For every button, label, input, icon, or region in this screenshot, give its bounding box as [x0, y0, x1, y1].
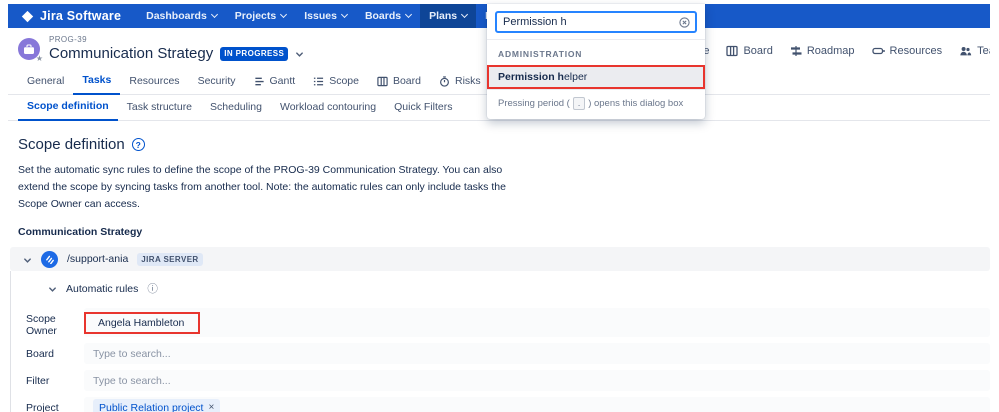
board-search-input[interactable]: Type to search...	[84, 343, 990, 365]
chevron-down-icon	[405, 10, 413, 19]
subtab-workload-contouring[interactable]: Workload contouring	[271, 96, 385, 120]
automatic-rules-label: Automatic rules	[66, 282, 139, 295]
chevron-down-icon	[340, 10, 348, 19]
filter-label: Filter	[26, 375, 50, 388]
period-keycap: .	[572, 97, 586, 110]
project-avatar: ★	[18, 38, 43, 63]
tab-board[interactable]: Board	[368, 70, 430, 94]
status-badge[interactable]: IN PROGRESS	[220, 46, 289, 61]
list-icon	[313, 76, 324, 87]
chevron-down-icon[interactable]	[48, 285, 57, 294]
jira-logo[interactable]: Jira Software	[21, 9, 121, 23]
remove-tag-icon[interactable]: ×	[208, 402, 214, 412]
project-field[interactable]: Public Relation project ×	[84, 397, 990, 412]
board-label: Board	[26, 348, 55, 361]
nav-item-projects[interactable]: Projects	[226, 4, 295, 28]
tab-tasks[interactable]: Tasks	[73, 69, 121, 95]
toolbar-board[interactable]: Board	[726, 45, 773, 57]
chevron-down-icon[interactable]	[23, 256, 32, 265]
chevron-down-icon	[280, 10, 288, 19]
quick-search-dialog: ADMINISTRATION Permission helper Pressin…	[487, 4, 705, 119]
toolbar-team[interactable]: Team	[959, 45, 990, 57]
tab-risks[interactable]: Risks	[430, 70, 490, 94]
subtab-scheduling[interactable]: Scheduling	[201, 96, 271, 120]
toolbar-roadmap[interactable]: Roadmap	[790, 45, 855, 57]
chevron-down-icon	[210, 10, 218, 19]
scope-owner-row: Scope Owner Angela Hambleton	[26, 308, 990, 338]
connection-name: /support-ania	[67, 253, 129, 266]
project-identity: ★ PROG-39 Communication Strategy IN PROG…	[18, 35, 304, 63]
toolbar-resources[interactable]: Resources	[871, 45, 942, 57]
subtab-task-structure[interactable]: Task structure	[118, 96, 201, 120]
scope-sync-panel: /support-ania JIRA SERVER Automatic rule…	[10, 247, 990, 412]
team-icon	[959, 45, 972, 57]
nav-item-issues[interactable]: Issues	[295, 4, 356, 28]
tab-security[interactable]: Security	[189, 70, 245, 94]
scope-definition-description: Set the automatic sync rules to define t…	[18, 164, 506, 210]
subtab-scope-definition[interactable]: Scope definition	[18, 95, 118, 121]
info-icon[interactable]: ⓘ	[147, 281, 158, 296]
connection-row[interactable]: /support-ania JIRA SERVER	[10, 247, 990, 272]
board-columns-icon	[726, 45, 739, 57]
filter-search-input[interactable]: Type to search...	[84, 370, 990, 392]
tab-resources[interactable]: Resources	[120, 70, 188, 94]
nav-item-boards[interactable]: Boards	[356, 4, 420, 28]
board-row: Board Type to search...	[26, 343, 990, 365]
page-title: Communication Strategy	[49, 45, 214, 62]
help-icon[interactable]: ?	[131, 138, 145, 151]
scope-definition-heading: Scope definition ?	[18, 136, 999, 153]
gantt-icon	[254, 76, 265, 87]
nav-item-plans[interactable]: Plans	[420, 4, 477, 28]
connection-type-badge: JIRA SERVER	[137, 252, 203, 266]
roadmap-icon	[790, 45, 802, 57]
subtab-quick-filters[interactable]: Quick Filters	[385, 96, 461, 120]
filter-row: Filter Type to search...	[26, 370, 990, 392]
chevron-down-icon[interactable]	[295, 50, 304, 59]
project-key: PROG-39	[49, 35, 87, 44]
results-section-header: ADMINISTRATION	[498, 49, 583, 59]
tab-gantt[interactable]: Gantt	[245, 70, 305, 94]
board-columns-icon	[377, 76, 388, 87]
dialog-hint: Pressing period ( . ) opens this dialog …	[498, 97, 684, 110]
project-tag[interactable]: Public Relation project ×	[93, 399, 221, 412]
jira-diamond-icon	[21, 10, 34, 23]
automatic-rules-row[interactable]: Automatic rules ⓘ	[11, 279, 990, 308]
clear-search-icon[interactable]	[679, 17, 690, 28]
project-label: Project	[26, 402, 59, 412]
jira-server-icon	[41, 250, 58, 268]
star-icon: ★	[35, 54, 43, 63]
project-row: Project Public Relation project ×	[26, 397, 990, 412]
search-result-permission-helper[interactable]: Permission helper	[487, 65, 705, 89]
scope-owner-label: Scope Owner	[26, 313, 57, 338]
jira-app-window: Jira Software Dashboards Projects Issues…	[0, 0, 999, 412]
nav-item-dashboards[interactable]: Dashboards	[137, 4, 226, 28]
connection-details: Automatic rules ⓘ Scope Owner Angela Ham…	[10, 271, 990, 412]
tab-scope[interactable]: Scope	[304, 70, 368, 94]
quick-search-input[interactable]	[495, 11, 697, 33]
section-title: Communication Strategy	[18, 226, 143, 239]
chevron-down-icon	[461, 10, 469, 19]
tab-general[interactable]: General	[18, 70, 73, 94]
briefcase-icon	[23, 43, 35, 55]
battery-icon	[871, 45, 885, 57]
timer-icon	[439, 75, 450, 87]
scope-owner-field[interactable]: Angela Hambleton	[84, 308, 990, 338]
scope-owner-value-annotated[interactable]: Angela Hambleton	[84, 311, 200, 334]
brand-label: Jira Software	[40, 9, 122, 23]
